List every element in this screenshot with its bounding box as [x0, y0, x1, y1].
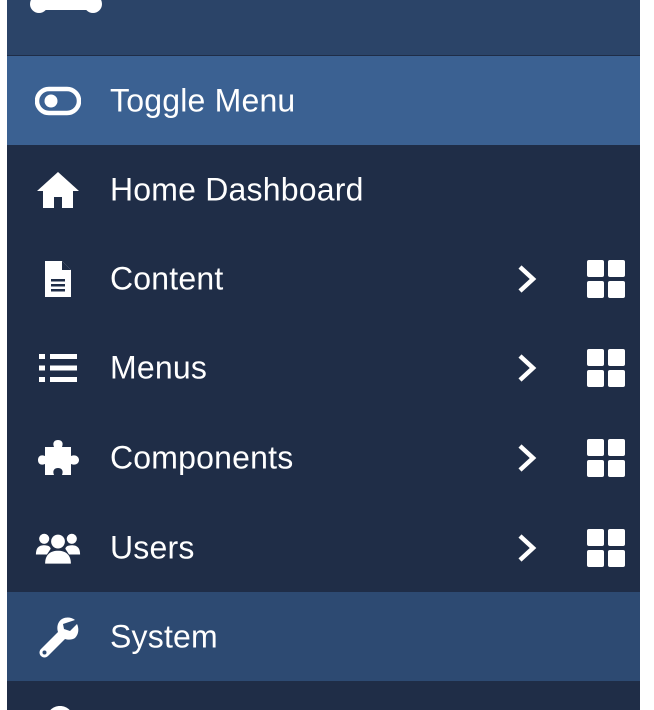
- sidebar-item-label: Content: [110, 260, 224, 296]
- sidebar-item-label: Components: [110, 439, 294, 475]
- sidebar-item-content[interactable]: Content: [7, 234, 640, 323]
- chevron-right-icon[interactable]: [512, 438, 542, 478]
- sidebar-header: [7, 0, 640, 55]
- sidebar: Toggle Menu Home Dashboard Content Menus…: [7, 0, 640, 710]
- sidebar-item-system[interactable]: System: [7, 592, 640, 681]
- chevron-right-icon[interactable]: [512, 259, 542, 299]
- puzzle-icon: [35, 435, 81, 481]
- sidebar-item-home-dashboard[interactable]: Home Dashboard: [7, 145, 640, 234]
- grid-icon[interactable]: [586, 259, 626, 299]
- file-icon: [35, 256, 81, 302]
- wrench-icon: [35, 614, 81, 660]
- grid-icon[interactable]: [586, 348, 626, 388]
- sidebar-item-label: Toggle Menu: [110, 82, 296, 118]
- sidebar-item-label: Home Dashboard: [110, 171, 364, 207]
- chevron-right-icon[interactable]: [512, 528, 542, 568]
- sidebar-item-components[interactable]: Components: [7, 413, 640, 502]
- circle-icon: [50, 706, 70, 710]
- chevron-right-icon[interactable]: [512, 348, 542, 388]
- sidebar-item-label: Menus: [110, 349, 208, 385]
- grid-icon[interactable]: [586, 438, 626, 478]
- sidebar-item-partial[interactable]: [7, 681, 640, 710]
- sidebar-item-label: System: [110, 618, 218, 654]
- sidebar-item-users[interactable]: Users: [7, 503, 640, 592]
- users-icon: [35, 525, 81, 571]
- home-icon: [35, 167, 81, 213]
- sidebar-item-toggle-menu[interactable]: Toggle Menu: [7, 56, 640, 145]
- toggle-icon: [35, 78, 81, 124]
- sidebar-item-menus[interactable]: Menus: [7, 323, 640, 412]
- logo-icon: [30, 0, 102, 13]
- sidebar-item-label: Users: [110, 529, 195, 565]
- grid-icon[interactable]: [586, 528, 626, 568]
- list-icon: [35, 345, 81, 391]
